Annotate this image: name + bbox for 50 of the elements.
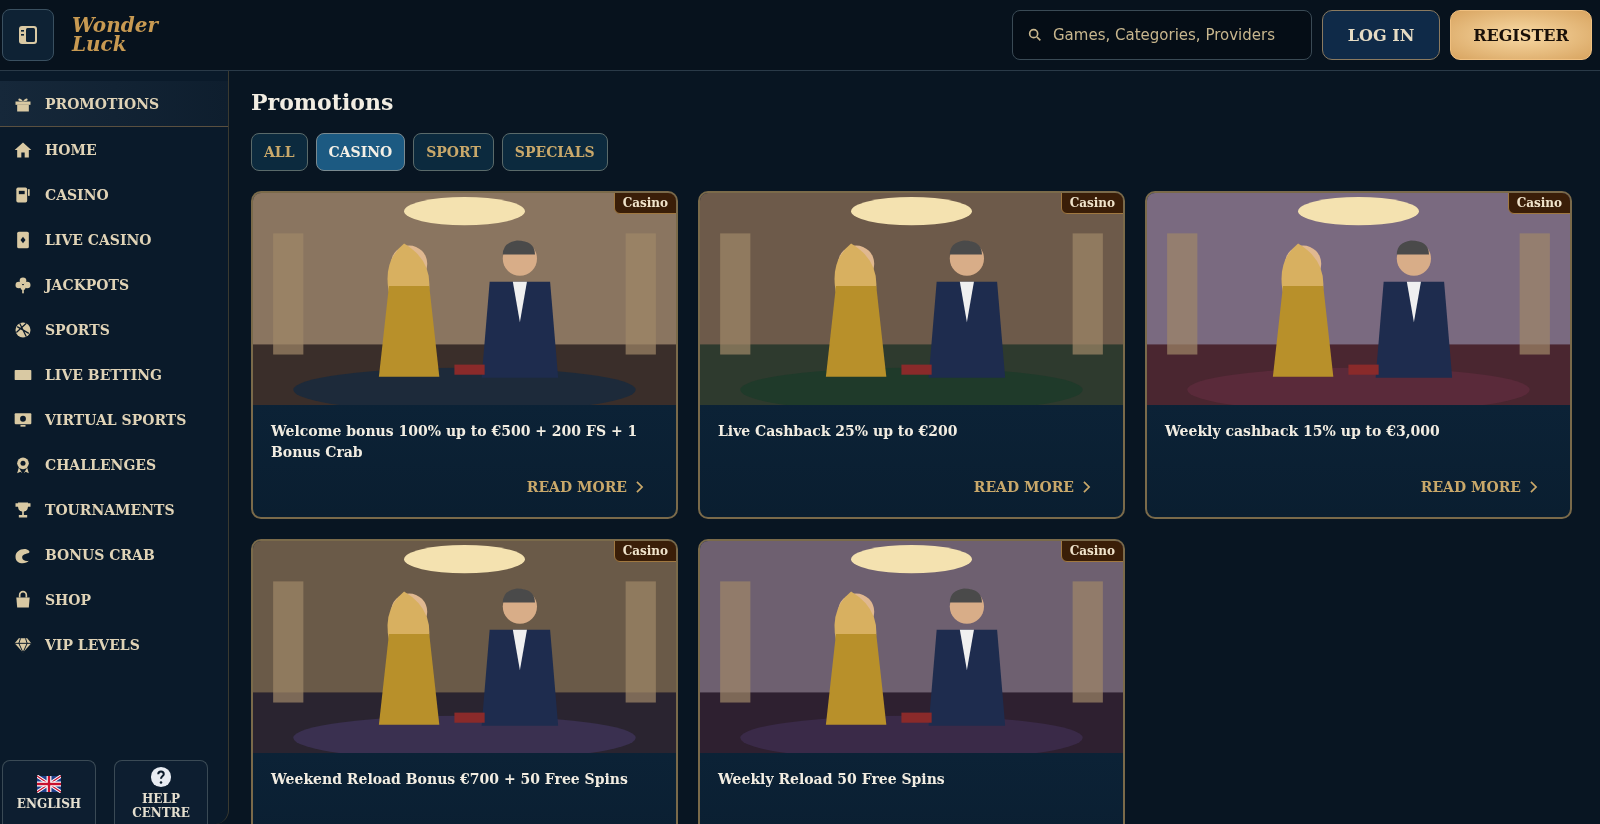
logo[interactable]: Wonder Luck — [72, 16, 162, 54]
language-button[interactable]: ENGLISH — [2, 760, 96, 824]
category-badge: Casino — [613, 541, 676, 562]
help-button[interactable]: HELP CENTRE — [114, 760, 208, 824]
flag-icon — [37, 774, 61, 793]
register-button[interactable]: REGISTER — [1450, 10, 1592, 60]
nav-item[interactable]: BONUS CRAB — [0, 532, 228, 577]
promotion-card[interactable]: Casino Welcome bonus 100% up to €500 + 200 FS + 1 Bonus Crab READ MORE — [251, 191, 678, 519]
promotion-card[interactable]: Casino Live Cashback 25% up to €200 READ MORE — [698, 191, 1125, 519]
nav-item[interactable]: CASINO — [0, 172, 228, 217]
filter-tab[interactable]: CASINO — [315, 133, 406, 171]
category-badge: Casino — [1060, 541, 1123, 562]
nav-item[interactable]: HOME — [0, 127, 228, 172]
nav-item[interactable]: LIVE CASINO — [0, 217, 228, 262]
nav-item[interactable]: TOURNAMENTS — [0, 487, 228, 532]
chevron-right-icon — [1082, 481, 1091, 493]
chevron-right-icon — [635, 481, 644, 493]
sidebar-toggle-button[interactable] — [2, 9, 54, 61]
bag-icon — [13, 589, 33, 610]
promotion-title: Weekly Reload 50 Free Spins — [718, 770, 946, 789]
category-badge: Casino — [1507, 193, 1570, 214]
nav-item[interactable]: PROMOTIONS — [0, 81, 228, 127]
category-badge: Casino — [1060, 193, 1123, 214]
login-button[interactable]: LOG IN — [1322, 10, 1440, 60]
filter-tab[interactable]: SPORT — [413, 133, 494, 171]
sidebar-toggle-icon — [16, 23, 40, 47]
nav-item[interactable]: LIVE BETTING — [0, 352, 228, 397]
promotion-card[interactable]: Casino Weekly Reload 50 Free Spins — [698, 539, 1125, 824]
filter-tab[interactable]: SPECIALS — [501, 133, 608, 171]
nav-item[interactable]: JACKPOTS — [0, 262, 228, 307]
promotion-title: Weekend Reload Bonus €700 + 50 Free Spins — [271, 770, 629, 789]
promotion-card[interactable]: Casino Weekly cashback 15% up to €3,000 READ MORE — [1145, 191, 1572, 519]
nav-item[interactable]: SHOP — [0, 577, 228, 622]
promotion-card[interactable]: Casino Weekend Reload Bonus €700 + 50 Free Spins — [251, 539, 678, 824]
help-icon — [150, 765, 172, 788]
read-more-link[interactable]: READ MORE — [973, 479, 1091, 495]
read-more-link[interactable]: READ MORE — [526, 479, 644, 495]
filter-tab[interactable]: ALL — [251, 133, 308, 171]
read-more-link[interactable]: READ MORE — [1420, 479, 1538, 495]
promotion-title: Live Cashback 25% up to €200 — [718, 422, 959, 441]
category-badge: Casino — [613, 193, 676, 214]
promotion-title: Weekly cashback 15% up to €3,000 — [1165, 422, 1441, 441]
promotion-title: Welcome bonus 100% up to €500 + 200 FS + 1 Bonus Crab — [271, 422, 639, 462]
search-field[interactable]: Games, Categories, Providers — [1012, 10, 1312, 60]
nav-item[interactable]: VIRTUAL SPORTS — [0, 397, 228, 442]
nav-item[interactable]: VIP LEVELS — [0, 622, 228, 667]
page-title: Promotions — [251, 89, 395, 115]
nav-item[interactable]: CHALLENGES — [0, 442, 228, 487]
chevron-right-icon — [1529, 481, 1538, 493]
nav-item[interactable]: SPORTS — [0, 307, 228, 352]
